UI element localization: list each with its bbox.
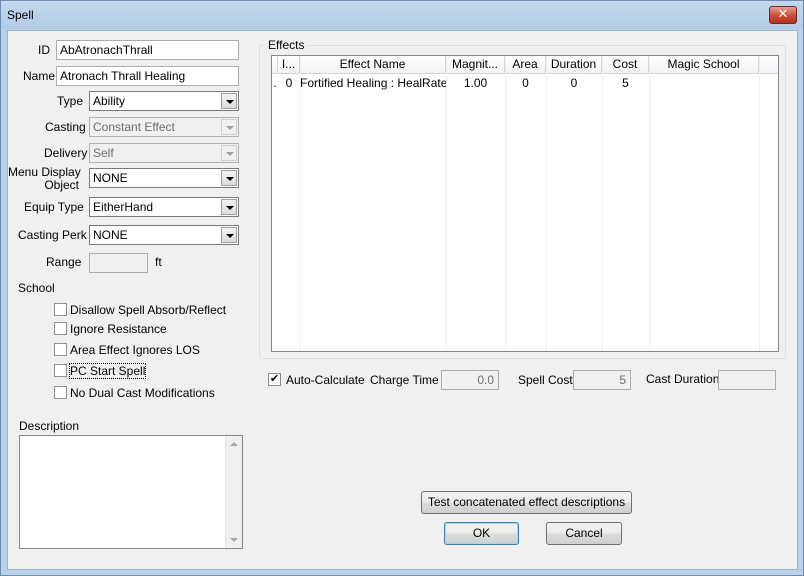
ignore-resistance-checkbox[interactable] <box>54 322 67 335</box>
chevron-down-icon[interactable] <box>221 93 237 109</box>
chevron-down-icon[interactable] <box>221 227 237 243</box>
ok-button[interactable]: OK <box>444 522 519 545</box>
column-divider <box>759 56 760 351</box>
ignore-resistance-label[interactable]: Ignore Resistance <box>70 322 167 336</box>
column-header-effect-name[interactable]: Effect Name <box>300 56 446 74</box>
casting-perk-label: Casting Perk <box>18 228 87 242</box>
cast-duration-field <box>718 370 776 390</box>
column-divider <box>546 56 547 351</box>
column-divider <box>300 56 301 351</box>
column-header-filler <box>759 56 778 74</box>
area-effect-los-label[interactable]: Area Effect Ignores LOS <box>70 343 200 357</box>
row-duration: 0 <box>570 76 578 90</box>
scroll-up-icon[interactable] <box>230 442 238 446</box>
menu-display-label-line2: Object <box>44 178 79 192</box>
casting-perk-dropdown[interactable]: NONE <box>89 225 239 245</box>
menu-display-value: NONE <box>93 171 128 185</box>
test-descriptions-button[interactable]: Test concatenated effect descriptions <box>421 491 632 514</box>
range-unit: ft <box>155 255 162 269</box>
effects-group-label: Effects <box>266 38 307 52</box>
column-header-duration[interactable]: Duration <box>546 56 602 74</box>
equip-type-value: EitherHand <box>93 200 154 214</box>
column-divider <box>602 56 603 351</box>
type-value: Ability <box>93 94 126 108</box>
area-effect-los-checkbox[interactable] <box>54 343 67 356</box>
delivery-dropdown: Self <box>89 143 239 163</box>
row-index: 0 <box>285 76 293 90</box>
name-label: Name <box>23 69 56 83</box>
scroll-down-icon[interactable] <box>230 538 238 542</box>
delivery-value: Self <box>93 146 114 160</box>
dialog-client-area: ID AbAtronachThrall Name Atronach Thrall… <box>7 30 798 570</box>
range-field <box>89 253 148 273</box>
row-cost: 5 <box>622 76 629 90</box>
equip-type-dropdown[interactable]: EitherHand <box>89 197 239 217</box>
column-header-magic-school[interactable]: Magic School <box>649 56 759 74</box>
chevron-down-icon[interactable] <box>221 199 237 215</box>
cancel-button[interactable]: Cancel <box>546 522 622 545</box>
title-bar[interactable]: Spell ✕ <box>1 1 803 29</box>
pc-start-spell-checkbox[interactable] <box>54 364 67 377</box>
charge-time-label: Charge Time <box>370 373 439 387</box>
spell-dialog: Spell ✕ ID AbAtronachThrall Name Atronac… <box>0 0 804 576</box>
id-label: ID <box>38 43 50 57</box>
effects-list[interactable]: I... Effect Name Magnit... Area Duration… <box>271 55 779 352</box>
no-dual-cast-label[interactable]: No Dual Cast Modifications <box>70 386 215 400</box>
casting-dropdown: Constant Effect <box>89 117 239 137</box>
chevron-down-icon <box>221 119 237 135</box>
menu-display-dropdown[interactable]: NONE <box>89 168 239 188</box>
no-dual-cast-checkbox[interactable] <box>54 386 67 399</box>
pc-start-spell-label[interactable]: PC Start Spell <box>68 363 147 379</box>
description-label: Description <box>19 419 80 433</box>
id-field[interactable]: AbAtronachThrall <box>56 40 239 60</box>
charge-time-field: 0.0 <box>441 370 499 390</box>
chevron-down-icon[interactable] <box>221 170 237 186</box>
row-magic-school <box>649 75 759 92</box>
casting-perk-value: NONE <box>93 228 128 242</box>
description-textarea[interactable] <box>19 435 243 549</box>
casting-value: Constant Effect <box>93 120 175 134</box>
column-header-area[interactable]: Area <box>505 56 546 74</box>
school-label: School <box>18 281 55 295</box>
row-magnitude: 1.00 <box>463 76 488 90</box>
range-label: Range <box>46 255 82 269</box>
window-title: Spell <box>7 8 34 22</box>
close-button[interactable]: ✕ <box>769 6 797 24</box>
type-label: Type <box>57 94 84 108</box>
delivery-label: Delivery <box>44 146 88 160</box>
chevron-down-icon <box>221 145 237 161</box>
column-divider <box>649 56 650 351</box>
auto-calculate-checkbox[interactable]: ✔ <box>268 373 281 386</box>
column-header-magnitude[interactable]: Magnit... <box>446 56 505 74</box>
name-field[interactable]: Atronach Thrall Healing <box>56 66 239 86</box>
column-divider <box>505 56 506 351</box>
disallow-absorb-label[interactable]: Disallow Spell Absorb/Reflect <box>70 303 226 317</box>
casting-label: Casting <box>45 120 86 134</box>
spell-cost-label: Spell Cost <box>518 373 573 387</box>
equip-type-label: Equip Type <box>24 200 84 214</box>
column-header-cost[interactable]: Cost <box>602 56 649 74</box>
row-effect-name: Fortified Healing : HealRate <box>300 76 446 90</box>
row-area: 0 <box>522 76 529 90</box>
disallow-absorb-checkbox[interactable] <box>54 303 67 316</box>
cast-duration-label: Cast Duration <box>646 372 720 386</box>
menu-display-label-line1: Menu Display <box>8 165 81 179</box>
description-scrollbar[interactable] <box>225 436 242 548</box>
column-divider <box>446 56 447 351</box>
auto-calculate-label[interactable]: Auto-Calculate <box>286 373 365 387</box>
spell-cost-field: 5 <box>573 370 631 390</box>
type-dropdown[interactable]: Ability <box>89 91 239 111</box>
column-header-index[interactable]: I... <box>278 56 300 74</box>
